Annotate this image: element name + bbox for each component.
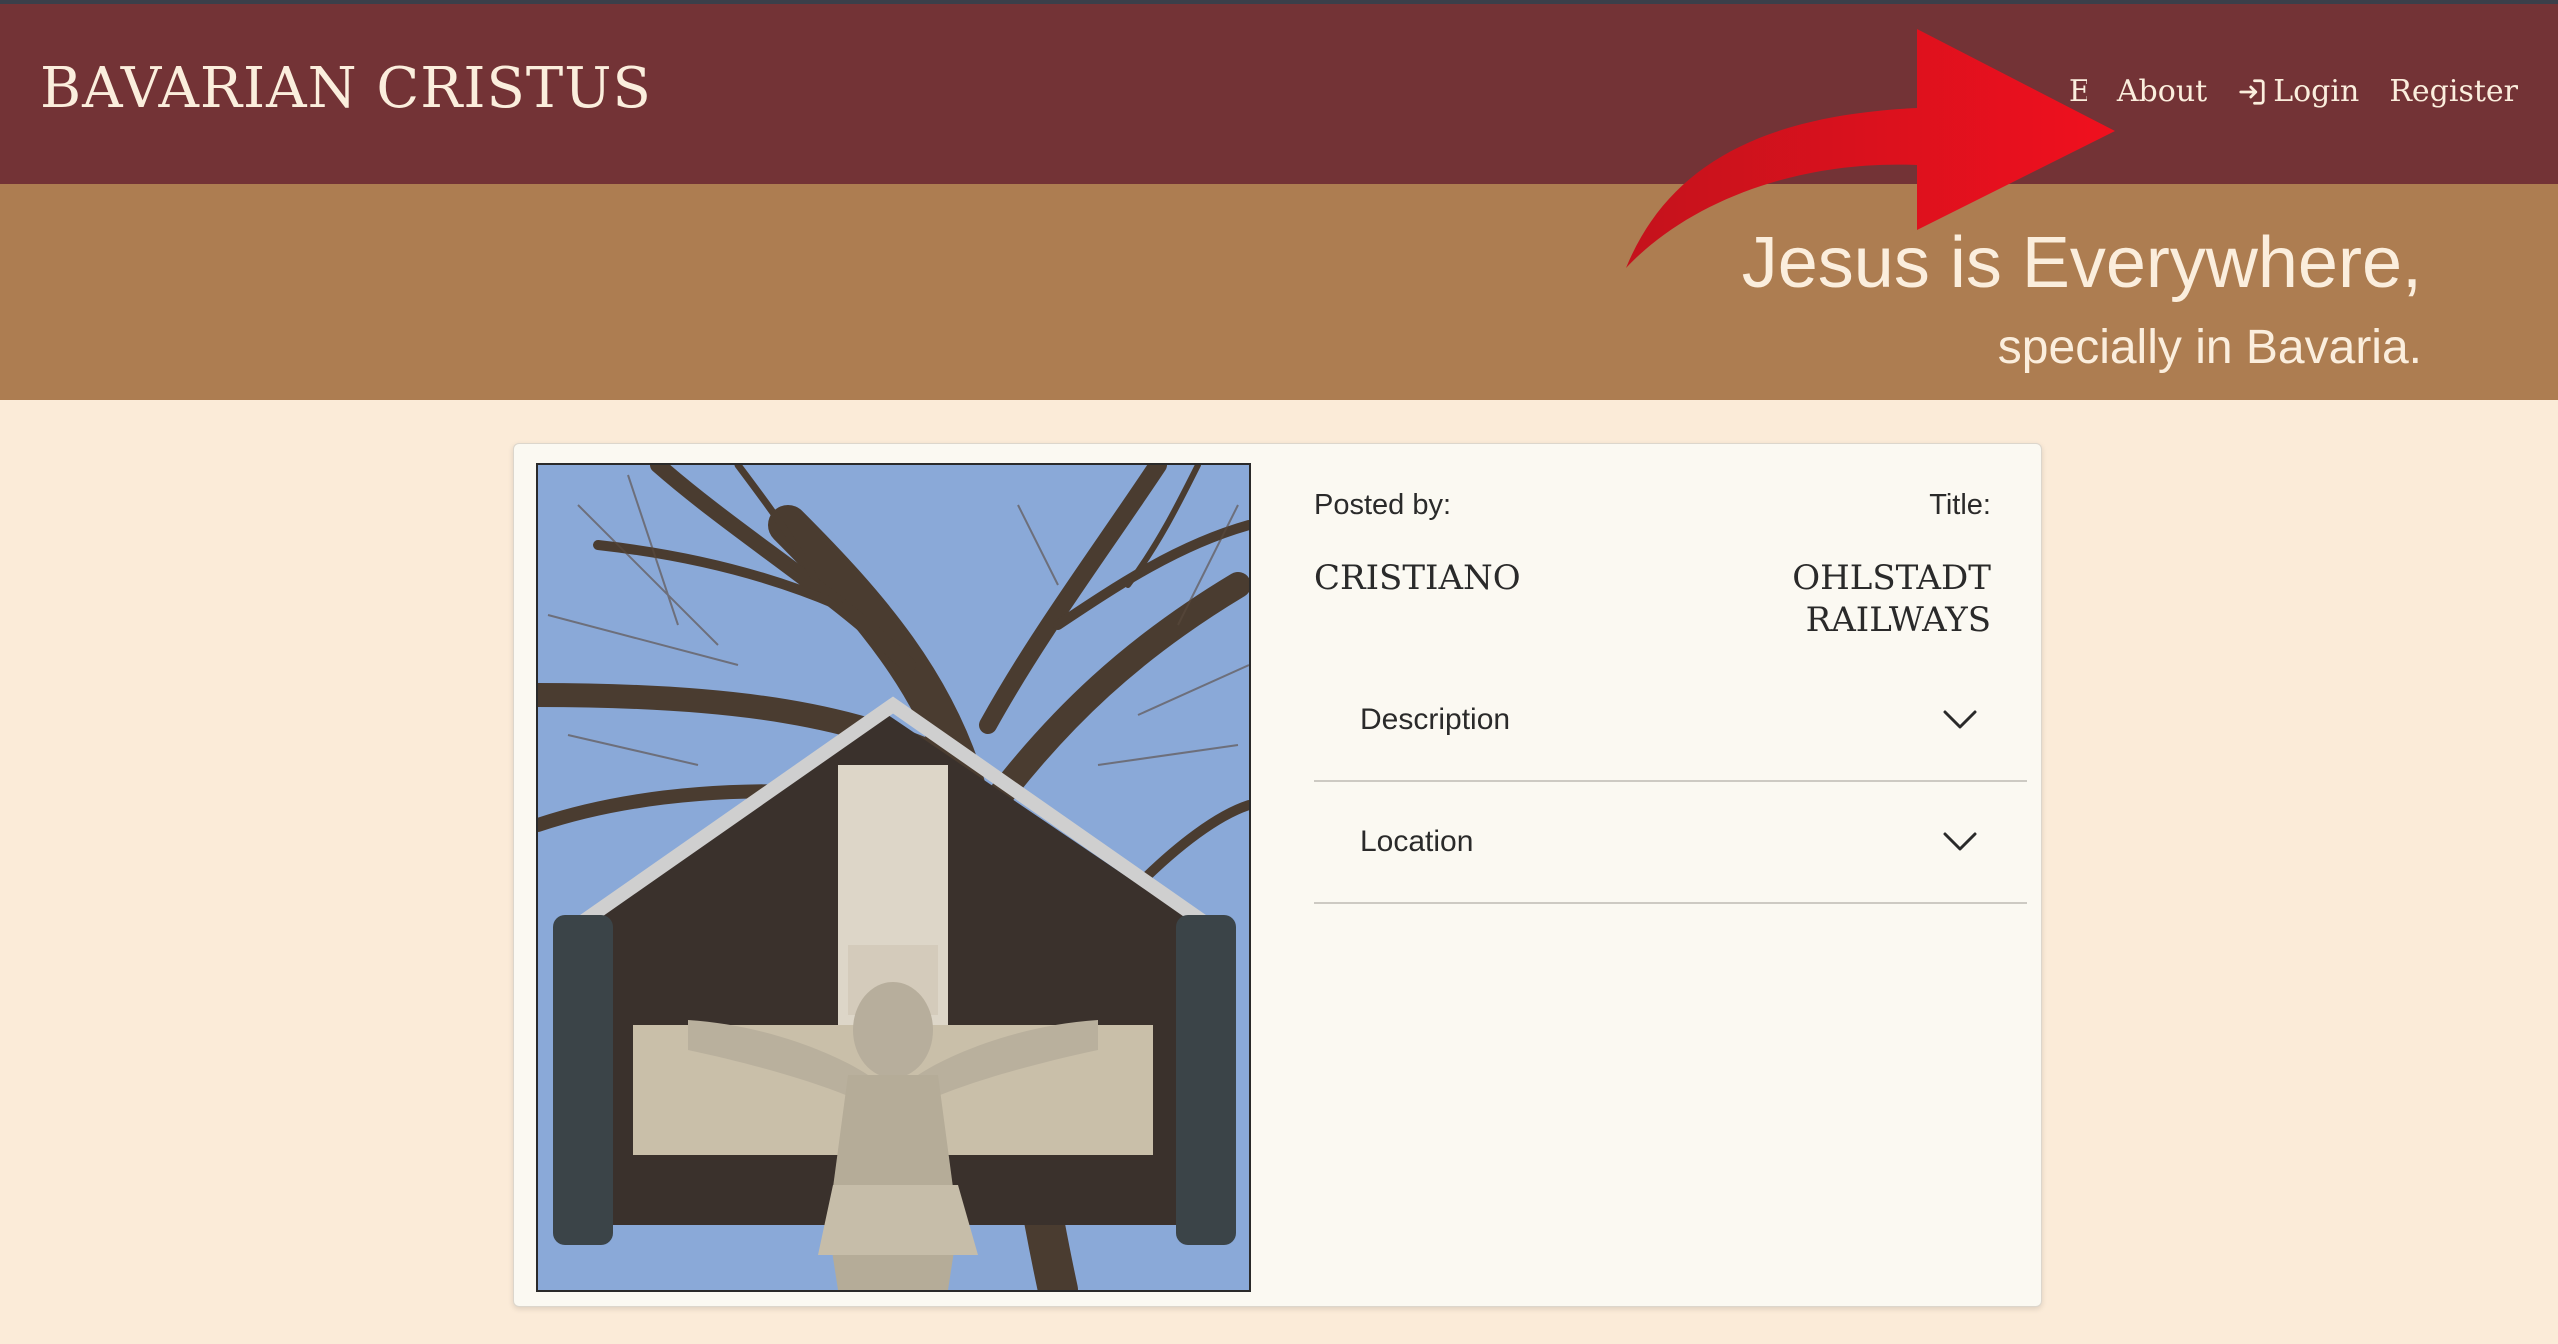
description-accordion[interactable]: Description xyxy=(1314,660,2027,782)
crucifix-photo-illustration xyxy=(538,465,1249,1290)
title-line-2: Railways xyxy=(1805,600,1991,640)
title-line-1: Ohlstadt xyxy=(1792,558,1991,598)
hero-subheading: specially in Bavaria. xyxy=(1997,321,2422,374)
red-arrow-annotation xyxy=(1626,29,2115,268)
chevron-down-icon xyxy=(1943,832,1977,851)
location-accordion[interactable]: Location xyxy=(1314,782,2027,904)
nav-item-login[interactable]: Login xyxy=(2237,74,2359,109)
brand-logo-text[interactable]: Bavarian Cristus xyxy=(40,56,652,121)
hero-banner: Jesus is Everywhere, specially in Bavari… xyxy=(0,184,2558,400)
posted-by-value[interactable]: Cristiano xyxy=(1314,557,1521,599)
title-label: Title: xyxy=(1929,489,1991,521)
post-photo xyxy=(536,463,1251,1292)
navbar: Bavarian Cristus E About Login Register xyxy=(0,4,2558,184)
nav-register-label: Register xyxy=(2389,74,2518,109)
post-card: Posted by: Cristiano Title: Ohlstadt Rai… xyxy=(513,443,2042,1307)
posted-by-label: Posted by: xyxy=(1314,489,1452,521)
nav-item-register[interactable]: Register xyxy=(2389,74,2518,109)
title-value: Ohlstadt Railways xyxy=(1792,557,1991,641)
location-accordion-label: Location xyxy=(1360,825,1474,858)
chevron-down-icon xyxy=(1943,710,1977,729)
login-icon xyxy=(2239,78,2265,105)
nav-login-label: Login xyxy=(2273,74,2360,109)
description-accordion-label: Description xyxy=(1360,703,1511,736)
